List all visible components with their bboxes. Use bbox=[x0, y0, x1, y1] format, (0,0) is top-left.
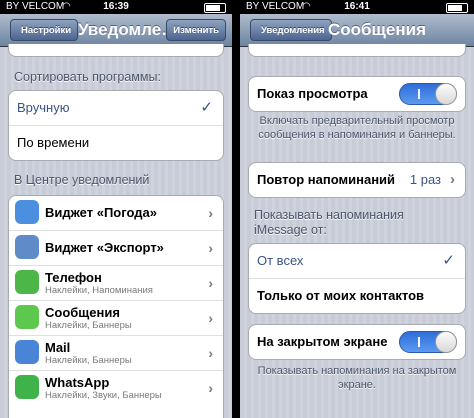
lock-screen-group: На закрытом экране bbox=[248, 324, 466, 360]
sort-option-label: Вручную bbox=[17, 100, 70, 115]
preview-label: Показ просмотра bbox=[257, 86, 368, 101]
export-widget-icon bbox=[15, 235, 39, 259]
app-name: Mail bbox=[45, 340, 71, 355]
checkmark-icon: ✓ bbox=[200, 99, 213, 116]
app-alert-types: Наклейки, Звуки, Баннеры bbox=[45, 390, 162, 401]
sort-option-label: По времени bbox=[17, 135, 90, 150]
messages-icon bbox=[15, 305, 39, 329]
messages-settings-screen: BY VELCOM ◠ 16:41 Уведомления Сообщения … bbox=[240, 0, 474, 418]
back-button[interactable]: Уведомления bbox=[250, 19, 332, 41]
status-bar: BY VELCOM ◠ 16:41 bbox=[240, 0, 474, 14]
repeat-group: Повтор напоминаний 1 раз › bbox=[248, 162, 466, 198]
sort-option-manual[interactable]: Вручную ✓ bbox=[9, 91, 223, 125]
app-alert-types: Наклейки, Баннеры bbox=[45, 355, 132, 366]
chevron-right-icon: › bbox=[208, 345, 213, 361]
chevron-right-icon: › bbox=[208, 205, 213, 221]
phone-icon bbox=[15, 270, 39, 294]
clock-label: 16:41 bbox=[344, 1, 370, 12]
app-name: Сообщения bbox=[45, 305, 120, 320]
app-name: Виджет «Погода» bbox=[45, 205, 157, 220]
whatsapp-icon bbox=[15, 375, 39, 399]
app-name: Виджет «Экспорт» bbox=[45, 240, 164, 255]
sort-section-label: Сортировать программы: bbox=[14, 70, 161, 84]
chevron-right-icon: › bbox=[208, 275, 213, 291]
app-name: WhatsApp bbox=[45, 375, 110, 390]
previous-group-end bbox=[248, 44, 466, 57]
lock-screen-toggle[interactable] bbox=[399, 331, 457, 353]
from-option-label: От всех bbox=[257, 253, 304, 268]
app-row-mail[interactable]: Mail Наклейки, Баннеры › bbox=[9, 335, 223, 370]
lock-screen-label: На закрытом экране bbox=[257, 334, 388, 349]
mail-icon bbox=[15, 340, 39, 364]
from-everyone-option[interactable]: От всех ✓ bbox=[249, 244, 465, 278]
preview-row: Показ просмотра bbox=[249, 77, 465, 111]
repeat-row[interactable]: Повтор напоминаний 1 раз › bbox=[249, 163, 465, 197]
lock-screen-note: Показывать напоминания на закрытом экран… bbox=[257, 365, 457, 391]
preview-toggle[interactable] bbox=[399, 83, 457, 105]
repeat-label: Повтор напоминаний bbox=[257, 172, 396, 187]
status-bar: BY VELCOM ◠ 16:39 bbox=[0, 0, 232, 14]
notifications-screen: BY VELCOM ◠ 16:39 Настройки Уведомле… Из… bbox=[0, 0, 232, 418]
previous-group-end bbox=[8, 44, 224, 57]
battery-icon bbox=[204, 3, 226, 13]
app-alert-types: Наклейки, Напоминания bbox=[45, 285, 153, 296]
nav-bar: Уведомления Сообщения bbox=[240, 14, 474, 47]
notification-center-section-label: В Центре уведомлений bbox=[14, 173, 150, 187]
from-option-label: Только от моих контактов bbox=[257, 288, 425, 303]
app-row-phone[interactable]: Телефон Наклейки, Напоминания › bbox=[9, 265, 223, 300]
chevron-right-icon: › bbox=[208, 380, 213, 396]
sort-options: Вручную ✓ По времени bbox=[8, 90, 224, 161]
imessage-from-options: От всех ✓ Только от моих контактов bbox=[248, 243, 466, 314]
sort-option-by-time[interactable]: По времени bbox=[9, 125, 223, 160]
preview-group: Показ просмотра bbox=[248, 76, 466, 112]
chevron-right-icon: › bbox=[208, 240, 213, 256]
chevron-right-icon: › bbox=[208, 310, 213, 326]
imessage-section-label: Показывать напоминания iMessage от: bbox=[254, 208, 404, 237]
repeat-value: 1 раз bbox=[409, 172, 441, 187]
from-contacts-option[interactable]: Только от моих контактов bbox=[249, 278, 465, 313]
weather-widget-icon bbox=[15, 200, 39, 224]
battery-icon bbox=[446, 3, 468, 13]
checkmark-icon: ✓ bbox=[442, 252, 455, 269]
nav-bar: Настройки Уведомле… Изменить bbox=[0, 14, 232, 47]
chevron-right-icon: › bbox=[450, 171, 455, 188]
page-title: Сообщения bbox=[328, 20, 426, 39]
app-row-whatsapp[interactable]: WhatsApp Наклейки, Звуки, Баннеры › bbox=[9, 370, 223, 405]
apps-list: Виджет «Погода» › Виджет «Экспорт» › Тел… bbox=[8, 195, 224, 418]
clock-label: 16:39 bbox=[103, 1, 129, 12]
preview-note: Включать предварительный просмотр сообще… bbox=[258, 115, 456, 141]
app-row-messages[interactable]: Сообщения Наклейки, Баннеры › bbox=[9, 300, 223, 335]
edit-button[interactable]: Изменить bbox=[166, 19, 226, 41]
lock-screen-row: На закрытом экране bbox=[249, 325, 465, 359]
back-button[interactable]: Настройки bbox=[10, 19, 79, 41]
app-row-weather-widget[interactable]: Виджет «Погода» › bbox=[9, 196, 223, 230]
app-alert-types: Наклейки, Баннеры bbox=[45, 320, 132, 331]
page-title: Уведомле… bbox=[78, 20, 168, 39]
app-name: Телефон bbox=[45, 270, 102, 285]
app-row-export-widget[interactable]: Виджет «Экспорт» › bbox=[9, 230, 223, 265]
